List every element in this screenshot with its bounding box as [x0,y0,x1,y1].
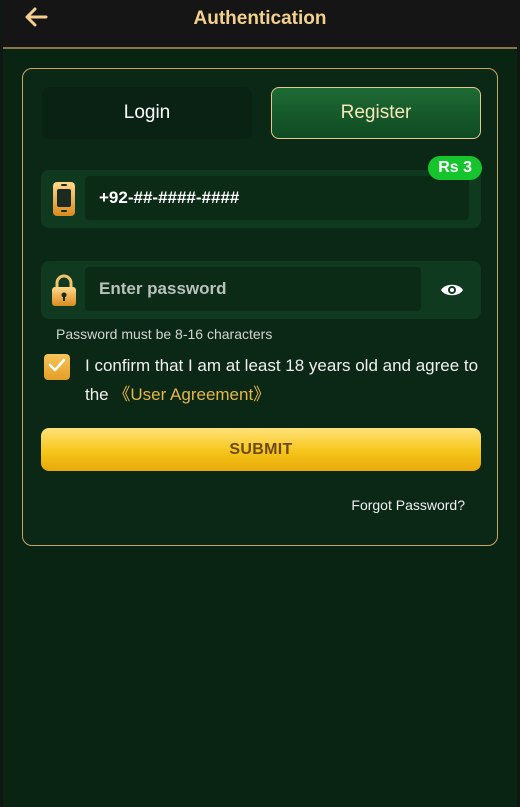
phone-icon [51,181,77,217]
auth-page: Authentication Login Register +92-##-###… [0,0,520,807]
forgot-password-link[interactable]: Forgot Password? [351,497,465,513]
password-hint: Password must be 8-16 characters [56,326,273,342]
header-bar: Authentication [3,0,517,49]
agreement-checkbox[interactable] [44,354,70,380]
eye-icon[interactable] [439,278,465,302]
tab-register[interactable]: Register [271,87,481,139]
agreement-text: I confirm that I am at least 18 years ol… [85,351,483,409]
checkmark-icon [48,358,66,377]
bonus-badge: Rs 3 [428,156,482,180]
user-agreement-link[interactable]: 《User Agreement》 [113,385,270,404]
submit-button[interactable]: SUBMIT [41,428,481,471]
password-input[interactable] [85,267,421,311]
phone-field-row: Rs 3 [41,156,482,228]
phone-input[interactable] [85,176,469,220]
auth-card: Login Register Rs 3 [22,68,498,546]
password-field-row [41,261,481,319]
lock-icon [51,272,77,308]
page-title: Authentication [193,8,327,29]
tab-login[interactable]: Login [42,87,252,139]
